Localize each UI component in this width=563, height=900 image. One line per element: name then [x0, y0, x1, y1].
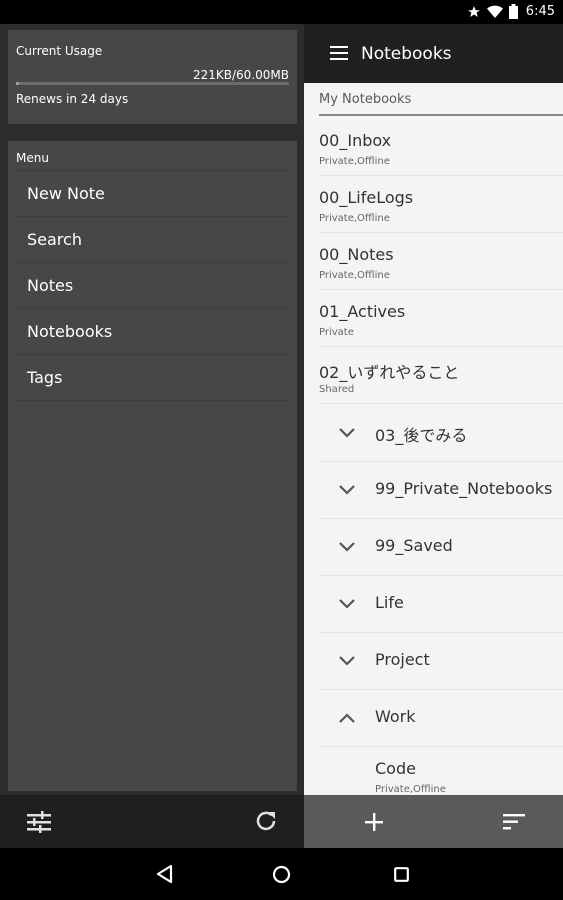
menu-title: Menu	[16, 151, 49, 165]
notebook-status: Private,Offline	[319, 156, 390, 167]
usage-renew-text: Renews in 24 days	[16, 92, 129, 106]
refresh-icon[interactable]	[254, 809, 278, 833]
stack-name: 99_Private_Notebooks	[375, 479, 553, 498]
notebook-status: Shared	[319, 384, 355, 395]
settings-sliders-icon[interactable]	[27, 811, 51, 833]
system-nav-bar	[0, 848, 563, 900]
menu-item-new-note[interactable]: New Note	[16, 171, 289, 217]
notebook-row[interactable]: 02_いずれやること Shared	[319, 347, 563, 404]
notebook-name: 01_Actives	[319, 302, 406, 321]
stack-name: 03_後でみる	[375, 426, 468, 445]
stack-row[interactable]: 03_後でみる	[319, 405, 563, 462]
hamburger-icon[interactable]	[330, 46, 348, 60]
section-header: My Notebooks	[319, 92, 412, 107]
stack-row[interactable]: Life	[319, 576, 563, 633]
notebook-status: Private,Offline	[375, 784, 446, 795]
stack-name: Work	[375, 707, 416, 726]
drawer-bottom-bar	[0, 795, 304, 848]
notebook-name: Code	[375, 759, 416, 778]
notebook-status: Private,Offline	[319, 270, 390, 281]
page-title: Notebooks	[361, 44, 452, 64]
chevron-down-icon[interactable]	[338, 541, 356, 553]
status-icons: 6:45	[467, 4, 555, 19]
home-icon[interactable]	[272, 865, 291, 884]
menu-item-tags[interactable]: Tags	[16, 355, 289, 401]
notebooks-bottom-bar	[304, 795, 563, 848]
star-icon	[467, 5, 480, 17]
notebook-name: 00_Inbox	[319, 131, 392, 150]
menu-item-notes[interactable]: Notes	[16, 263, 289, 309]
notebook-row[interactable]: 01_Actives Private	[319, 290, 563, 347]
menu-item-notebooks[interactable]: Notebooks	[16, 309, 289, 355]
app-bar: Notebooks	[304, 24, 563, 83]
section-divider	[319, 114, 563, 116]
chevron-up-icon[interactable]	[338, 712, 356, 724]
stack-name: Project	[375, 650, 430, 669]
stack-row[interactable]: Project	[319, 633, 563, 690]
notebook-name: 02_いずれやること	[319, 363, 460, 382]
stack-row[interactable]: 99_Private_Notebooks	[319, 462, 563, 519]
wifi-icon	[486, 5, 503, 18]
notebook-row[interactable]: 00_Inbox Private,Offline	[319, 119, 563, 176]
menu-item-search[interactable]: Search	[16, 217, 289, 263]
notebook-name: 00_LifeLogs	[319, 188, 414, 207]
notebook-row[interactable]: 00_LifeLogs Private,Offline	[319, 176, 563, 233]
chevron-down-icon[interactable]	[338, 655, 356, 667]
chevron-down-icon[interactable]	[338, 484, 356, 496]
notebook-name: 00_Notes	[319, 245, 394, 264]
status-time: 6:45	[525, 4, 555, 19]
chevron-down-icon[interactable]	[338, 598, 356, 610]
notebook-list: My Notebooks 00_Inbox Private,Offline 00…	[304, 83, 563, 795]
notebook-status: Private,Offline	[319, 213, 390, 224]
usage-card: Current Usage 221KB/60.00MB Renews in 24…	[8, 30, 297, 124]
back-icon[interactable]	[155, 864, 173, 884]
stack-row[interactable]: 99_Saved	[319, 519, 563, 576]
sort-icon[interactable]	[503, 814, 525, 830]
stack-name: 99_Saved	[375, 536, 453, 555]
usage-progress-bar	[16, 82, 289, 85]
notebook-row[interactable]: Code Private,Offline	[375, 747, 563, 795]
navigation-drawer: Current Usage 221KB/60.00MB Renews in 24…	[0, 24, 304, 795]
battery-icon	[508, 4, 518, 19]
chevron-down-icon[interactable]	[338, 427, 356, 439]
menu-card: Menu New Note Search Notes Notebooks Tag…	[8, 141, 297, 791]
notebook-status: Private	[319, 327, 354, 338]
stack-row[interactable]: Work	[319, 690, 563, 747]
notebook-row[interactable]: 00_Notes Private,Offline	[319, 233, 563, 290]
menu-list: New Note Search Notes Notebooks Tags	[16, 170, 289, 401]
usage-value: 221KB/60.00MB	[193, 68, 289, 82]
plus-icon[interactable]	[365, 813, 383, 831]
usage-progress-fill	[16, 82, 19, 85]
recents-icon[interactable]	[394, 867, 409, 882]
usage-title: Current Usage	[16, 44, 103, 58]
status-bar: 6:45	[0, 0, 563, 24]
stack-name: Life	[375, 593, 404, 612]
